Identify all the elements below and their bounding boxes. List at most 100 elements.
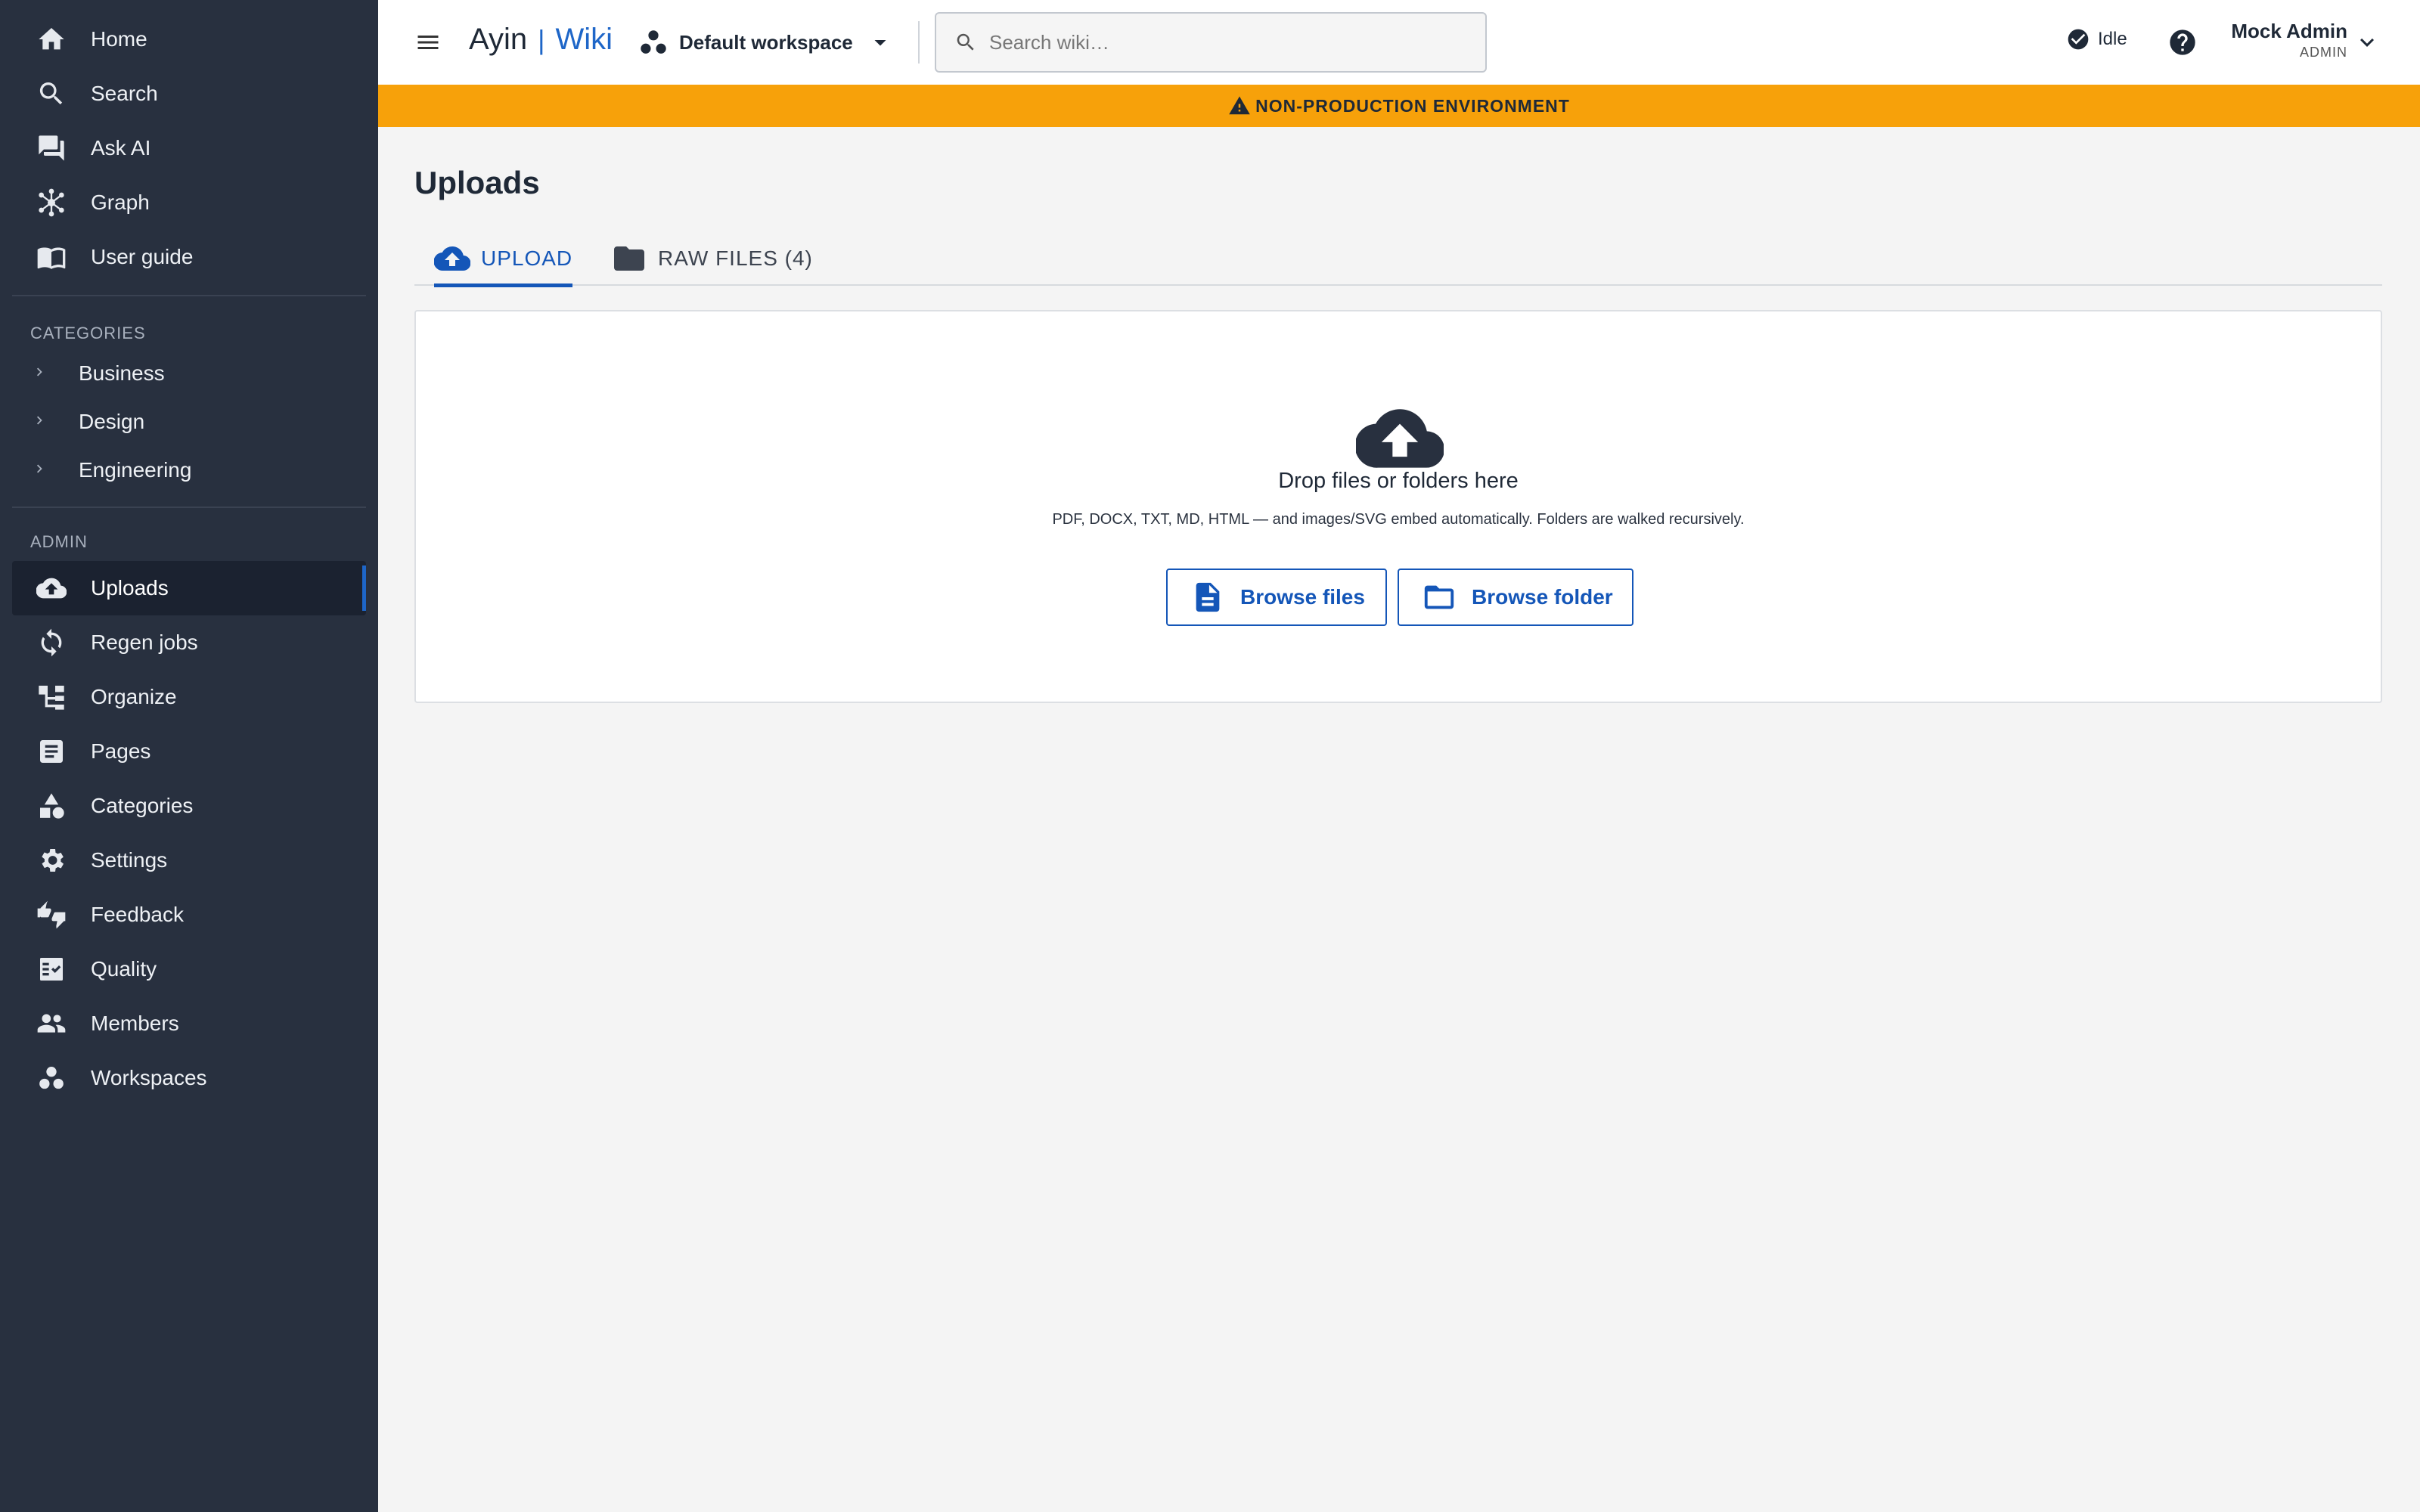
nav-item-label: Regen jobs <box>91 631 198 654</box>
nav-item-label: Graph <box>91 191 150 214</box>
sidebar-divider <box>12 507 366 508</box>
nav-item-members[interactable]: Members <box>12 996 366 1051</box>
status-indicator[interactable]: Idle <box>2066 27 2127 51</box>
browse-folder-label: Browse folder <box>1472 585 1613 609</box>
nav-item-categories[interactable]: Categories <box>12 779 366 833</box>
nav-item-label: Feedback <box>91 903 184 926</box>
search-input[interactable] <box>989 30 1473 54</box>
upload-dropzone[interactable]: Drop files or folders here PDF, DOCX, TX… <box>414 310 2382 703</box>
environment-banner: NON-PRODUCTION ENVIRONMENT <box>378 85 2420 127</box>
category-label: Engineering <box>79 458 192 482</box>
cloud-upload-icon <box>30 567 73 609</box>
nav-item-organize[interactable]: Organize <box>12 670 366 724</box>
cloud-upload-icon <box>434 246 470 271</box>
category-label: Business <box>79 361 165 385</box>
nav-item-label: Ask AI <box>91 136 151 160</box>
user-menu[interactable]: Mock Admin ADMIN <box>2226 20 2347 60</box>
thumbs-icon <box>30 894 73 936</box>
folder-outline-icon <box>1424 585 1454 609</box>
tab-bar: UPLOAD RAW FILES (4) <box>414 231 2382 287</box>
tab-upload[interactable]: UPLOAD <box>434 231 573 287</box>
category-item-business[interactable]: Business <box>12 351 366 396</box>
folder-icon <box>614 246 644 271</box>
home-icon <box>30 18 73 60</box>
chevron-right-icon <box>32 361 50 386</box>
nav-item-label: Quality <box>91 957 157 981</box>
brand-product: Wiki <box>555 23 613 56</box>
nav-item-label: Settings <box>91 848 168 872</box>
categories-icon <box>30 785 73 827</box>
graph-icon <box>30 181 73 224</box>
category-item-engineering[interactable]: Engineering <box>12 448 366 493</box>
chevron-right-icon <box>32 458 50 482</box>
warning-icon <box>1229 96 1250 115</box>
menu-icon[interactable] <box>411 26 445 59</box>
dropzone-title: Drop files or folders here <box>1278 469 1519 493</box>
nav-item-home[interactable]: Home <box>12 12 366 67</box>
nav-item-label: User guide <box>91 245 194 268</box>
tab-raw-files[interactable]: RAW FILES (4) <box>611 231 813 286</box>
tab-label: UPLOAD <box>481 246 573 270</box>
nav-item-label: Organize <box>91 685 177 708</box>
brand-name: Ayin <box>469 23 528 56</box>
nav-item-label: Search <box>91 82 158 105</box>
app-logo[interactable]: Ayin | Wiki <box>469 23 613 57</box>
environment-banner-text: NON-PRODUCTION ENVIRONMENT <box>1255 95 1570 116</box>
user-name: Mock Admin <box>2231 20 2347 42</box>
page-title: Uploads <box>414 165 540 200</box>
book-icon <box>30 236 73 278</box>
nav-item-label: Workspaces <box>91 1066 207 1089</box>
admin-section-title: ADMIN <box>30 532 88 551</box>
caret-down-icon <box>874 40 886 46</box>
workspace-selector[interactable]: Default workspace <box>637 21 894 64</box>
sidebar: Home Search Ask AI Graph User guide CATE… <box>0 0 378 1512</box>
nav-item-uploads[interactable]: Uploads <box>12 561 366 615</box>
search-box[interactable] <box>935 12 1487 73</box>
refresh-icon <box>30 621 73 664</box>
category-label: Design <box>79 410 145 433</box>
nav-item-user-guide[interactable]: User guide <box>12 230 366 284</box>
category-item-design[interactable]: Design <box>12 399 366 445</box>
nav-item-graph[interactable]: Graph <box>12 175 366 230</box>
nav-item-label: Categories <box>91 794 194 817</box>
check-circle-icon <box>2068 29 2089 50</box>
top-bar: Ayin | Wiki Default workspace Idle Mock … <box>378 0 2420 85</box>
brand-separator: | <box>538 23 545 55</box>
gear-icon <box>30 839 73 881</box>
user-role: ADMIN <box>2300 45 2347 60</box>
chat-icon <box>30 127 73 169</box>
workspaces-icon <box>641 30 666 54</box>
workspace-name: Default workspace <box>679 30 853 54</box>
categories-section-title: CATEGORIES <box>30 324 146 342</box>
browse-files-button[interactable]: Browse files <box>1166 569 1387 626</box>
checklist-icon <box>30 948 73 990</box>
chevron-right-icon <box>32 410 50 434</box>
nav-item-regen-jobs[interactable]: Regen jobs <box>12 615 366 670</box>
nav-item-label: Home <box>91 27 147 51</box>
sidebar-divider <box>12 295 366 296</box>
nav-item-quality[interactable]: Quality <box>12 942 366 996</box>
search-icon <box>30 73 73 115</box>
workspaces-icon <box>30 1057 73 1099</box>
search-icon <box>957 33 974 51</box>
nav-item-workspaces[interactable]: Workspaces <box>12 1051 366 1105</box>
header-divider <box>918 21 920 64</box>
nav-item-feedback[interactable]: Feedback <box>12 888 366 942</box>
tab-label: RAW FILES (4) <box>658 246 813 270</box>
help-icon[interactable] <box>2167 27 2198 57</box>
nav-item-pages[interactable]: Pages <box>12 724 366 779</box>
browse-folder-button[interactable]: Browse folder <box>1398 569 1634 626</box>
nav-item-settings[interactable]: Settings <box>12 833 366 888</box>
pages-icon <box>30 730 73 773</box>
nav-item-label: Members <box>91 1012 179 1035</box>
file-icon <box>1196 582 1220 612</box>
status-text: Idle <box>2098 29 2127 49</box>
nav-item-ask-ai[interactable]: Ask AI <box>12 121 366 175</box>
nav-item-label: Uploads <box>91 576 169 600</box>
browse-files-label: Browse files <box>1240 585 1365 609</box>
dropzone-subtitle: PDF, DOCX, TXT, MD, HTML — and images/SV… <box>1052 511 1745 528</box>
organize-icon <box>30 676 73 718</box>
nav-item-search[interactable]: Search <box>12 67 366 121</box>
chevron-down-icon[interactable] <box>2353 29 2381 56</box>
nav-item-label: Pages <box>91 739 151 763</box>
